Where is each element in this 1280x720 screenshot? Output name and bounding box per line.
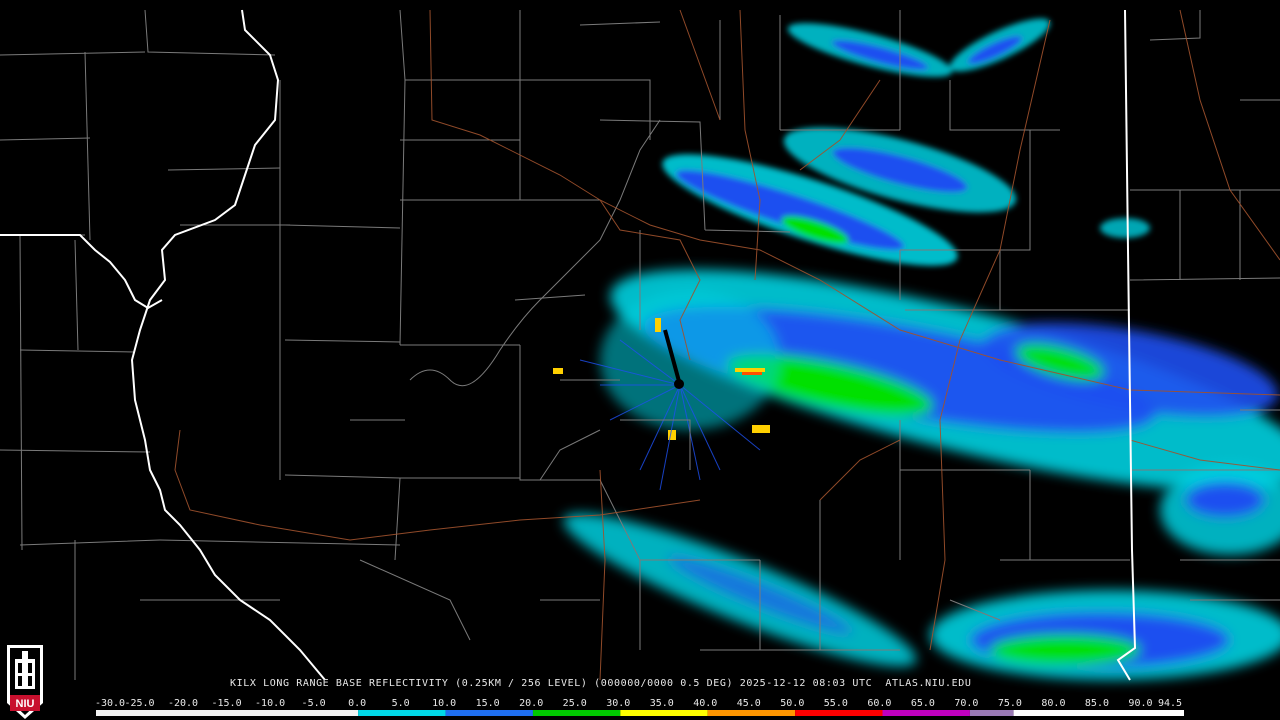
niu-logo-text: NIU — [16, 698, 35, 710]
echo-band-mid-north — [662, 127, 1150, 266]
scale-label: -15.0 — [211, 698, 242, 709]
scale-label: 85.0 — [1084, 698, 1109, 709]
scale-label: 65.0 — [910, 698, 935, 709]
radar-site-marker — [674, 379, 684, 389]
scale-label: 0.0 — [348, 698, 367, 709]
scale-label: 10.0 — [432, 698, 457, 709]
reflectivity-color-scale — [96, 710, 1184, 716]
reflectivity-echoes — [553, 18, 1280, 680]
scale-label: 50.0 — [780, 698, 805, 709]
scale-label: 35.0 — [649, 698, 674, 709]
scale-label: 5.0 — [391, 698, 410, 709]
scale-label: 40.0 — [693, 698, 718, 709]
scale-segment — [532, 710, 621, 716]
echo-band-north — [787, 18, 1051, 77]
scale-segment — [358, 710, 446, 716]
echo-band-south — [563, 465, 1280, 680]
scale-segment — [707, 710, 796, 716]
scale-label: -30.0 — [94, 698, 126, 709]
scale-label: 15.0 — [475, 698, 500, 709]
scale-label: 60.0 — [867, 698, 892, 709]
scale-segment — [620, 710, 708, 716]
scale-segment — [96, 710, 359, 716]
scale-segment — [969, 710, 1014, 716]
scale-label: -10.0 — [255, 698, 286, 709]
product-caption: KILX LONG RANGE BASE REFLECTIVITY (0.25K… — [230, 678, 972, 689]
scale-label: 70.0 — [954, 698, 979, 709]
niu-logo: NIU — [7, 645, 43, 719]
scale-label: 75.0 — [997, 698, 1022, 709]
scale-segment — [882, 710, 970, 716]
scale-label: 80.0 — [1041, 698, 1066, 709]
scale-segment — [445, 710, 533, 716]
radar-map: NIU — [0, 9, 1280, 719]
scale-label: -20.0 — [167, 698, 199, 709]
scale-label: 30.0 — [606, 698, 631, 709]
scale-label: -25.0 — [124, 698, 155, 709]
scale-label: 55.0 — [823, 698, 848, 709]
scale-label: -5.0 — [301, 698, 326, 709]
scale-label: 94.5 — [1157, 698, 1183, 709]
scale-label: 25.0 — [562, 698, 587, 709]
scale-label: 45.0 — [736, 698, 761, 709]
scale-segment — [1013, 710, 1184, 716]
scale-label: 90.0 — [1128, 698, 1153, 709]
scale-label: 20.0 — [519, 698, 544, 709]
scale-segment — [795, 710, 883, 716]
reflectivity-scale-labels: -30.0 -25.0 -20.0 -15.0 -10.0 -5.0 0.0 5.0 10.0 1… — [94, 698, 1186, 710]
